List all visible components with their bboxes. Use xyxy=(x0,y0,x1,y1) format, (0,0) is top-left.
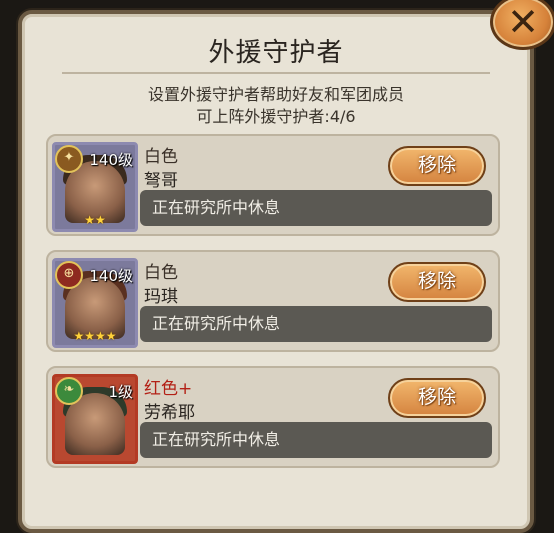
guardian-card: 140级 ★★★★ ⊕ 白色 玛琪 正在研究所中休息 移除 xyxy=(46,250,500,352)
close-button[interactable]: ✕ xyxy=(490,0,554,50)
hero-level: 140级 xyxy=(89,151,133,169)
hero-name: 劳希耶 xyxy=(144,403,195,423)
hero-quality: 白色 xyxy=(144,147,178,167)
close-icon: ✕ xyxy=(507,0,539,44)
star-rating: ★★ xyxy=(84,213,106,227)
hero-level: 1级 xyxy=(108,383,133,401)
remove-button[interactable]: 移除 xyxy=(388,262,486,302)
dialog-title: 外援守护者 xyxy=(208,38,344,68)
remove-button[interactable]: 移除 xyxy=(388,378,486,418)
hero-quality: 红色+ xyxy=(144,379,193,399)
hero-portrait[interactable]: 140级 ★★★★ ⊕ xyxy=(52,258,138,348)
hero-name: 玛琪 xyxy=(144,287,178,307)
guardian-card: 1级 ❧ 红色+ 劳希耶 正在研究所中休息 移除 xyxy=(46,366,500,468)
hero-level: 140级 xyxy=(89,267,133,285)
hero-portrait[interactable]: 1级 ❧ xyxy=(52,374,138,464)
faction-emblem-icon: ❧ xyxy=(55,377,83,405)
title-divider xyxy=(62,72,490,74)
faction-emblem-icon: ⊕ xyxy=(55,261,83,289)
hero-quality: 白色 xyxy=(144,263,178,283)
hero-status: 正在研究所中休息 xyxy=(140,190,492,226)
hero-status: 正在研究所中休息 xyxy=(140,306,492,342)
guardian-card: 140级 ★★ ✦ 白色 弩哥 正在研究所中休息 移除 xyxy=(46,134,500,236)
faction-emblem-icon: ✦ xyxy=(55,145,83,173)
description-text: 设置外援守护者帮助好友和军团成员 xyxy=(147,85,404,104)
dialog-description: 设置外援守护者帮助好友和军团成员 可上阵外援守护者:4/6 xyxy=(22,84,530,128)
hero-portrait[interactable]: 140级 ★★ ✦ xyxy=(52,142,138,232)
hero-status: 正在研究所中休息 xyxy=(140,422,492,458)
remove-button[interactable]: 移除 xyxy=(388,146,486,186)
capacity-text: 可上阵外援守护者:4/6 xyxy=(196,107,356,126)
hero-name: 弩哥 xyxy=(144,171,178,191)
star-rating: ★★★★ xyxy=(73,329,117,343)
